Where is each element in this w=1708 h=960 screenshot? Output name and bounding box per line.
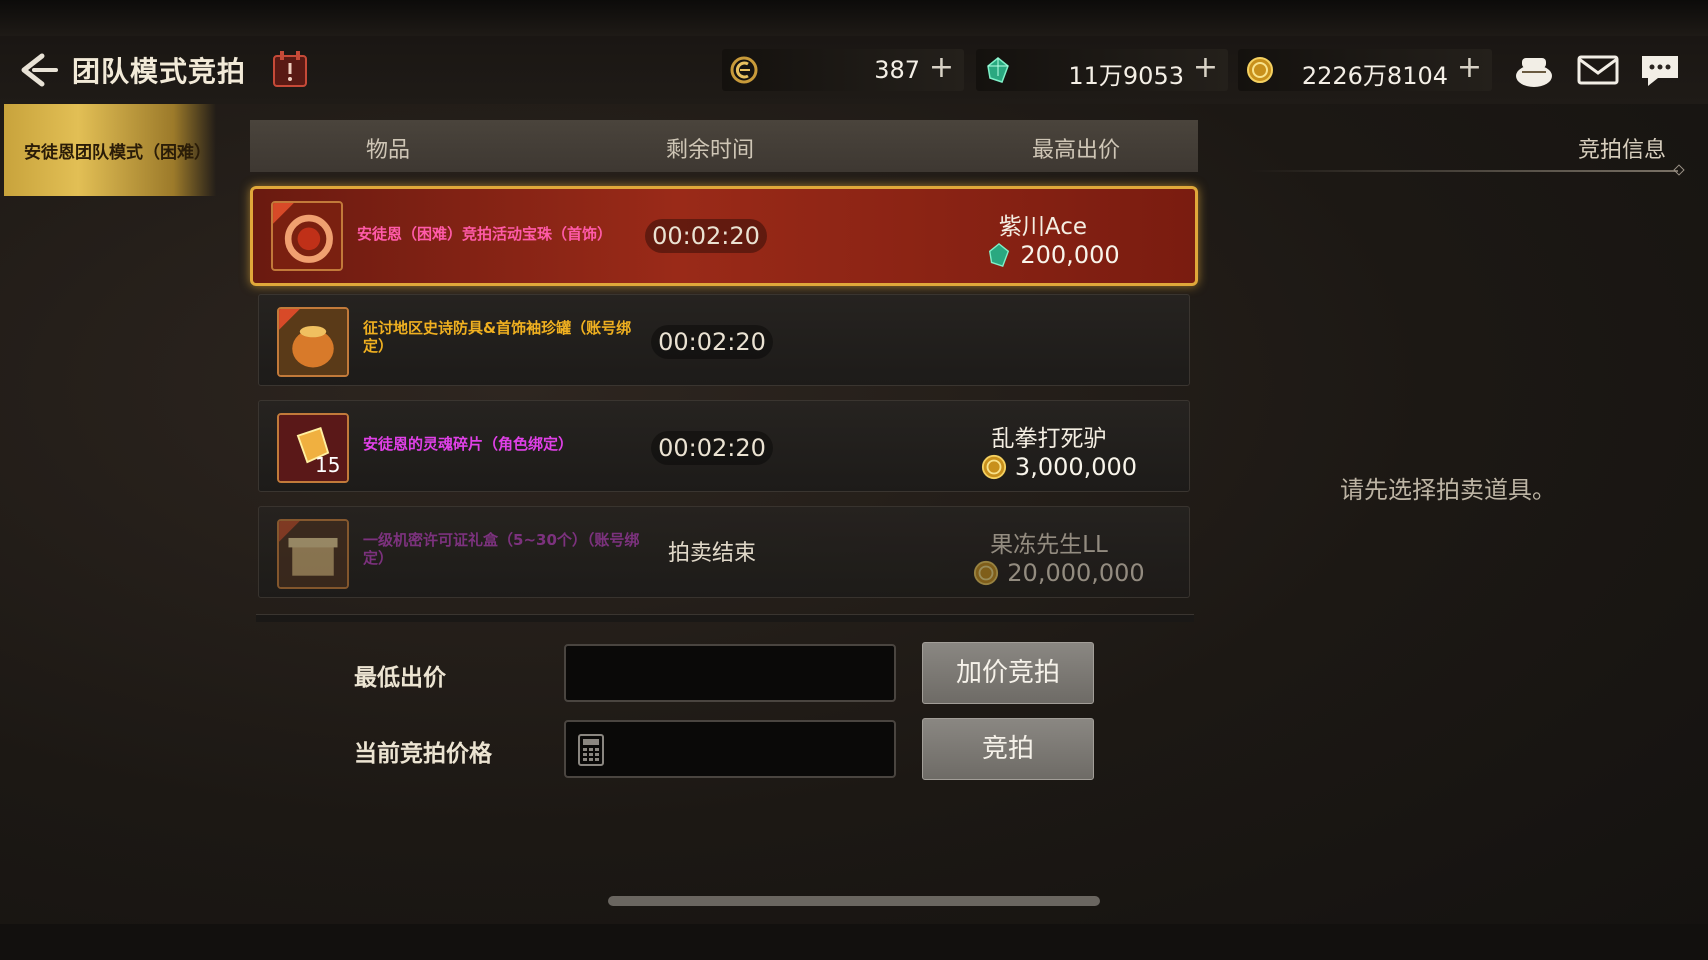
- pouch-icon[interactable]: [1512, 50, 1556, 90]
- add-gold-button[interactable]: +: [1457, 53, 1482, 83]
- bid-amount: 3,000,000: [1014, 453, 1138, 481]
- add-token-button[interactable]: +: [929, 53, 954, 83]
- min-bid-field[interactable]: [564, 644, 896, 702]
- highest-bidder: 果冻先生LL: [990, 532, 1108, 558]
- info-tab-underline: [1250, 170, 1678, 172]
- calendar-icon[interactable]: [272, 50, 308, 88]
- highest-bidder: 乱拳打死驴: [991, 426, 1107, 452]
- green-crystal-icon: [989, 242, 1010, 268]
- auction-row[interactable]: 15 安徒恩的灵魂碎片（角色绑定） 00:02:20 乱拳打死驴 3,000,0…: [258, 400, 1190, 492]
- auction-table-header: 物品 剩余时间 最高出价: [250, 120, 1198, 172]
- sidebar-item-anton-hard[interactable]: 安徒恩团队模式（困难）: [4, 104, 216, 196]
- bid-amount: 20,000,000: [1007, 559, 1145, 587]
- bid-button[interactable]: 竞拍: [922, 718, 1094, 780]
- auction-ended-status: 拍卖结束: [667, 541, 756, 566]
- info-tab-marker: [1673, 164, 1685, 176]
- select-item-hint: 请先选择拍卖道具。: [1340, 476, 1556, 504]
- item-quantity: 15: [315, 453, 341, 477]
- current-price-field[interactable]: [564, 720, 896, 778]
- highest-bidder: 紫川Ace: [998, 214, 1088, 240]
- item-name: 征讨地区史诗防具&首饰袖珍罐（账号绑定）: [363, 319, 632, 355]
- gold-coin-icon: [981, 454, 1006, 480]
- list-bottom-divider: [256, 614, 1194, 622]
- token-value: 387: [874, 56, 920, 84]
- bid-amount: 200,000: [1020, 241, 1120, 269]
- currency-crystal: 11万9053 +: [976, 49, 1228, 91]
- crescent-token-icon: [730, 56, 758, 84]
- auction-row-ended[interactable]: 一级机密许可证礼盒（5~30个）（账号绑定） 拍卖结束 果冻先生LL 20,00…: [258, 506, 1190, 598]
- time-left: 00:02:20: [645, 219, 767, 253]
- item-name: 安徒恩的灵魂碎片（角色绑定）: [363, 435, 574, 453]
- crystal-value: 11万9053: [1068, 62, 1184, 90]
- item-name: 一级机密许可证礼盒（5~30个）（账号绑定）: [363, 531, 640, 567]
- mail-icon[interactable]: [1576, 50, 1620, 90]
- min-bid-label: 最低出价: [354, 665, 446, 691]
- column-time-left: 剩余时间: [666, 138, 755, 163]
- time-left: 00:02:20: [651, 325, 773, 359]
- gold-value: 2226万8104: [1301, 62, 1448, 90]
- gift-box-icon: [277, 519, 349, 589]
- auction-row-selected[interactable]: 安徒恩（困难）竞拍活动宝珠（首饰） 00:02:20 紫川Ace 200,000: [250, 186, 1198, 286]
- auction-row[interactable]: 征讨地区史诗防具&首饰袖珍罐（账号绑定） 00:02:20: [258, 294, 1190, 386]
- highest-bid: 200,000: [943, 241, 1163, 269]
- highest-bid: 20,000,000: [949, 559, 1169, 587]
- green-crystal-icon: [987, 57, 1009, 83]
- header-bar: 团队模式竞拍 387 + 11万9053 + 2226万8104 +: [0, 36, 1708, 104]
- item-name: 安徒恩（困难）竞拍活动宝珠（首饰）: [357, 225, 613, 243]
- raise-bid-button[interactable]: 加价竞拍: [922, 642, 1094, 704]
- add-crystal-button[interactable]: +: [1193, 53, 1218, 83]
- currency-token: 387 +: [722, 49, 964, 91]
- gold-coin-icon: [974, 560, 999, 586]
- sidebar-item-label: 安徒恩团队模式（困难）: [24, 143, 211, 163]
- gold-coin-icon: [1247, 57, 1273, 83]
- calculator-icon[interactable]: [578, 734, 604, 766]
- bead-ring-icon: [271, 201, 343, 271]
- current-price-label: 当前竞拍价格: [354, 741, 492, 767]
- back-arrow-icon[interactable]: [16, 50, 60, 90]
- bottom-band: [0, 924, 1708, 960]
- column-highest-bid: 最高出价: [1032, 138, 1121, 163]
- pot-icon: [277, 307, 349, 377]
- column-item: 物品: [366, 138, 411, 163]
- time-left: 00:02:20: [651, 431, 773, 465]
- highest-bid: 3,000,000: [949, 453, 1169, 481]
- top-status-strip: [0, 0, 1708, 36]
- currency-gold: 2226万8104 +: [1238, 49, 1492, 91]
- tab-auction-info[interactable]: 竞拍信息: [1578, 132, 1666, 164]
- chat-icon[interactable]: [1638, 50, 1682, 90]
- page-title: 团队模式竞拍: [72, 55, 247, 88]
- horizontal-scrollbar[interactable]: [608, 896, 1100, 906]
